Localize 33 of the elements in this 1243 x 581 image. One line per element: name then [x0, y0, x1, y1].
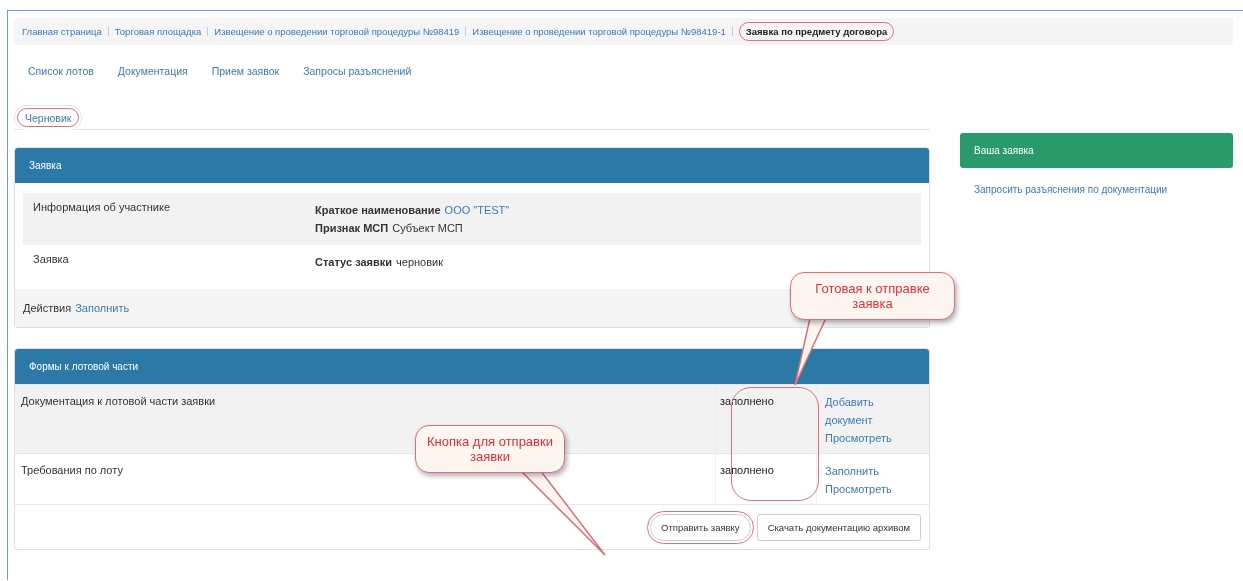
row-action-link[interactable]: Добавить документ [825, 393, 921, 429]
field-label: Признак МСП [315, 222, 389, 234]
breadcrumb-link[interactable]: Торговая площадка [114, 26, 202, 37]
sidebar-link[interactable]: Запросить разъяснения по документации [960, 168, 1233, 211]
breadcrumb-link[interactable]: Извещение о проведении торговой процедуры №98419-1 [472, 26, 726, 37]
nav-link[interactable]: Документация [107, 59, 198, 83]
sidebar-title: Ваша заявка [974, 145, 1034, 156]
row-action-link[interactable]: Заполнить [825, 462, 921, 480]
field-value: Субъект МСП [392, 222, 463, 234]
field-link[interactable]: ООО "TEST" [444, 204, 510, 216]
nav-link[interactable]: Запросы разъяснений [293, 59, 422, 83]
row-action-link[interactable]: Просмотреть [825, 480, 921, 498]
field-label: Краткое наименование [315, 204, 441, 216]
action-button[interactable]: Отправить заявку [650, 514, 751, 541]
panel-title: Заявка [29, 160, 62, 171]
actions-label: Действия [23, 302, 72, 314]
table-cell-text: Информация об участнике [33, 201, 172, 215]
action-link[interactable]: Заполнить [75, 302, 130, 314]
breadcrumb-link[interactable]: Извещение о проведении торговой процедуры №98419 [214, 26, 460, 37]
nav-link[interactable]: Список лотов [18, 59, 104, 83]
callout: Кнопка для отправки заявки [415, 425, 565, 473]
tab[interactable]: Черновик [14, 105, 83, 130]
row-title: Требования по лоту [21, 464, 123, 476]
field-value: черновик [396, 256, 443, 268]
row-action-link[interactable]: Просмотреть [825, 429, 921, 447]
row-title: Документация к лотовой части заявки [21, 395, 216, 407]
breadcrumb-link[interactable]: Главная страница [22, 26, 102, 37]
action-button[interactable]: Скачать документацию архивом [756, 514, 921, 541]
panel-title: Формы к лотовой части [29, 361, 139, 372]
field-label: Статус заявки [315, 256, 393, 268]
table-cell-text: Заявка [33, 253, 70, 267]
status-cell: заполнено [715, 385, 816, 453]
nav-link[interactable]: Прием заявок [201, 59, 290, 83]
